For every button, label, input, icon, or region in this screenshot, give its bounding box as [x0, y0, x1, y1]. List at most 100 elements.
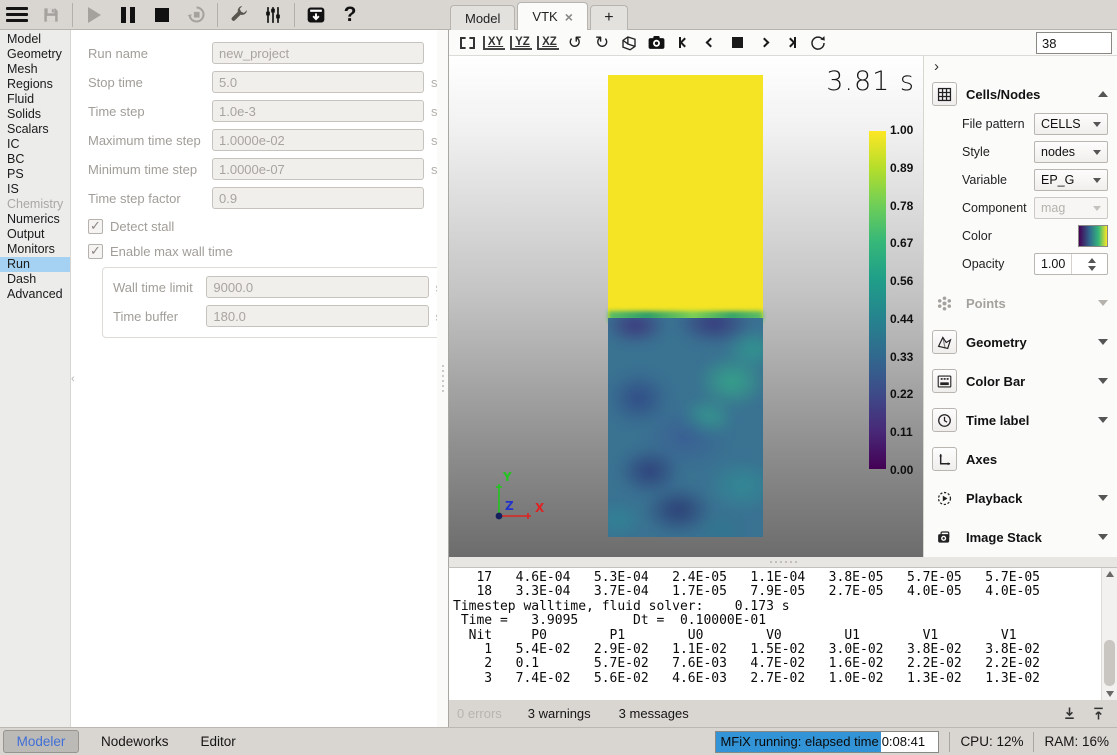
- scroll-up-icon[interactable]: [1106, 571, 1114, 577]
- nav-collapse-handle[interactable]: ‹: [71, 373, 75, 385]
- fit-view-button[interactable]: [455, 32, 479, 54]
- opacity-label: Opacity: [962, 257, 1004, 271]
- sidebar-item-bc[interactable]: BC: [0, 152, 70, 167]
- simulation-volume: [608, 75, 763, 537]
- sidebar-item-scalars[interactable]: Scalars: [0, 122, 70, 137]
- help-button[interactable]: ?: [333, 1, 367, 29]
- warnings-count[interactable]: 3 warnings: [528, 706, 591, 721]
- pause-button[interactable]: [111, 1, 145, 29]
- errors-count[interactable]: 0 errors: [457, 706, 502, 721]
- next-frame-button[interactable]: [752, 32, 776, 54]
- color-bar-icon: [936, 373, 953, 390]
- colormap-swatch-button[interactable]: [1078, 225, 1108, 247]
- section-axes[interactable]: Axes: [924, 443, 1117, 475]
- section-image-stack[interactable]: Image Stack: [924, 521, 1117, 553]
- sidebar-item-ps[interactable]: PS: [0, 167, 70, 182]
- mode-tab-editor[interactable]: Editor: [201, 734, 236, 749]
- view-xz-button[interactable]: XZ: [536, 32, 560, 54]
- sidebar-item-solids[interactable]: Solids: [0, 107, 70, 122]
- menu-button[interactable]: [0, 1, 34, 29]
- panel-splitter-horizontal[interactable]: [448, 557, 1117, 567]
- enable-max-wall-time-checkbox[interactable]: [88, 244, 103, 259]
- sidebar-item-output[interactable]: Output: [0, 227, 70, 242]
- tab-model[interactable]: Model: [450, 5, 515, 30]
- tab-close-icon[interactable]: ×: [565, 9, 573, 25]
- panel-splitter-vertical[interactable]: [437, 30, 448, 727]
- tab-vtk[interactable]: VTK×: [517, 2, 587, 30]
- min-time-step-field[interactable]: [212, 158, 424, 180]
- sidebar-item-model[interactable]: Model: [0, 32, 70, 47]
- sidebar-item-dash[interactable]: Dash: [0, 272, 70, 287]
- scroll-to-bottom-icon[interactable]: [1061, 705, 1078, 722]
- first-frame-button[interactable]: [671, 32, 695, 54]
- reload-frames-button[interactable]: [806, 32, 830, 54]
- scrollbar-thumb[interactable]: [1104, 640, 1115, 686]
- solver-console[interactable]: 17 4.6E-04 5.3E-04 2.4E-05 1.1E-04 3.8E-…: [448, 567, 1117, 700]
- time-step-factor-field[interactable]: [212, 187, 424, 209]
- section-color-bar[interactable]: Color Bar: [924, 365, 1117, 397]
- sidebar-item-ic[interactable]: IC: [0, 137, 70, 152]
- tab-add-button[interactable]: +: [590, 5, 628, 30]
- last-frame-button[interactable]: [779, 32, 803, 54]
- wall-time-limit-field[interactable]: [206, 276, 428, 298]
- expand-arrow-icon: [1098, 378, 1108, 384]
- sidebar-item-mesh[interactable]: Mesh: [0, 62, 70, 77]
- snapshot-button[interactable]: [644, 32, 668, 54]
- previous-frame-button[interactable]: [698, 32, 722, 54]
- spin-up-icon[interactable]: [1088, 258, 1096, 263]
- rotate-right-button[interactable]: ↻: [590, 32, 614, 54]
- document-tabbar: Model VTK× +: [450, 2, 630, 30]
- max-time-step-field[interactable]: [212, 129, 424, 151]
- sidebar-item-geometry[interactable]: Geometry: [0, 47, 70, 62]
- opacity-spinbox[interactable]: 1.00: [1034, 253, 1108, 275]
- sidebar-item-monitors[interactable]: Monitors: [0, 242, 70, 257]
- scroll-to-top-icon[interactable]: [1090, 705, 1107, 722]
- time-step-field[interactable]: [212, 100, 424, 122]
- view-yz-button[interactable]: YZ: [509, 32, 533, 54]
- style-select[interactable]: nodes: [1034, 141, 1108, 163]
- sidebar-item-fluid[interactable]: Fluid: [0, 92, 70, 107]
- messages-count[interactable]: 3 messages: [619, 706, 689, 721]
- rotate-left-button[interactable]: ↺: [563, 32, 587, 54]
- mode-tab-nodeworks[interactable]: Nodeworks: [101, 734, 169, 749]
- collapse-arrow-icon: [1098, 91, 1108, 97]
- run-button[interactable]: [77, 1, 111, 29]
- component-select: mag: [1034, 197, 1108, 219]
- view-xy-button[interactable]: XY: [482, 32, 506, 54]
- sidebar-item-advanced[interactable]: Advanced: [0, 287, 70, 302]
- console-scrollbar[interactable]: [1101, 568, 1117, 700]
- spin-down-icon[interactable]: [1088, 266, 1096, 271]
- section-playback[interactable]: Playback: [924, 482, 1117, 514]
- section-geometry[interactable]: Geometry: [924, 326, 1117, 358]
- vtk-render-view[interactable]: 3.81 s 1.00 0.89 0.78 0.67 0.56 0.44 0.3…: [449, 56, 923, 557]
- first-frame-icon: [679, 38, 689, 48]
- frame-number-input[interactable]: [1036, 32, 1112, 54]
- bottom-statusbar: Modeler Nodeworks Editor MFiX running: e…: [0, 727, 1117, 755]
- sidebar-item-regions[interactable]: Regions: [0, 77, 70, 92]
- axis-x-label: X: [535, 501, 545, 515]
- reset-button[interactable]: [179, 1, 213, 29]
- build-button[interactable]: [222, 1, 256, 29]
- sidebar-item-is[interactable]: IS: [0, 182, 70, 197]
- section-cells-nodes[interactable]: Cells/Nodes: [924, 78, 1117, 110]
- section-time-label[interactable]: Time label: [924, 404, 1117, 436]
- settings-button[interactable]: [256, 1, 290, 29]
- save-button[interactable]: [34, 1, 68, 29]
- time-buffer-field[interactable]: [206, 305, 428, 327]
- file-pattern-select[interactable]: CELLS: [1034, 113, 1108, 135]
- run-name-field[interactable]: [212, 42, 424, 64]
- variable-select[interactable]: EP_G: [1034, 169, 1108, 191]
- color-label: Color: [962, 229, 992, 243]
- sidebar-collapse-button[interactable]: ›: [934, 58, 939, 75]
- mode-tab-modeler[interactable]: Modeler: [3, 730, 79, 753]
- stop-playback-button[interactable]: [725, 32, 749, 54]
- wall-time-limit-label: Wall time limit: [113, 280, 206, 295]
- projection-button[interactable]: [617, 32, 641, 54]
- export-button[interactable]: [299, 1, 333, 29]
- sidebar-item-run[interactable]: Run: [0, 257, 70, 272]
- stop-time-field[interactable]: [212, 71, 424, 93]
- scroll-down-icon[interactable]: [1106, 691, 1114, 697]
- detect-stall-checkbox[interactable]: [88, 219, 103, 234]
- stop-button[interactable]: [145, 1, 179, 29]
- sidebar-item-numerics[interactable]: Numerics: [0, 212, 70, 227]
